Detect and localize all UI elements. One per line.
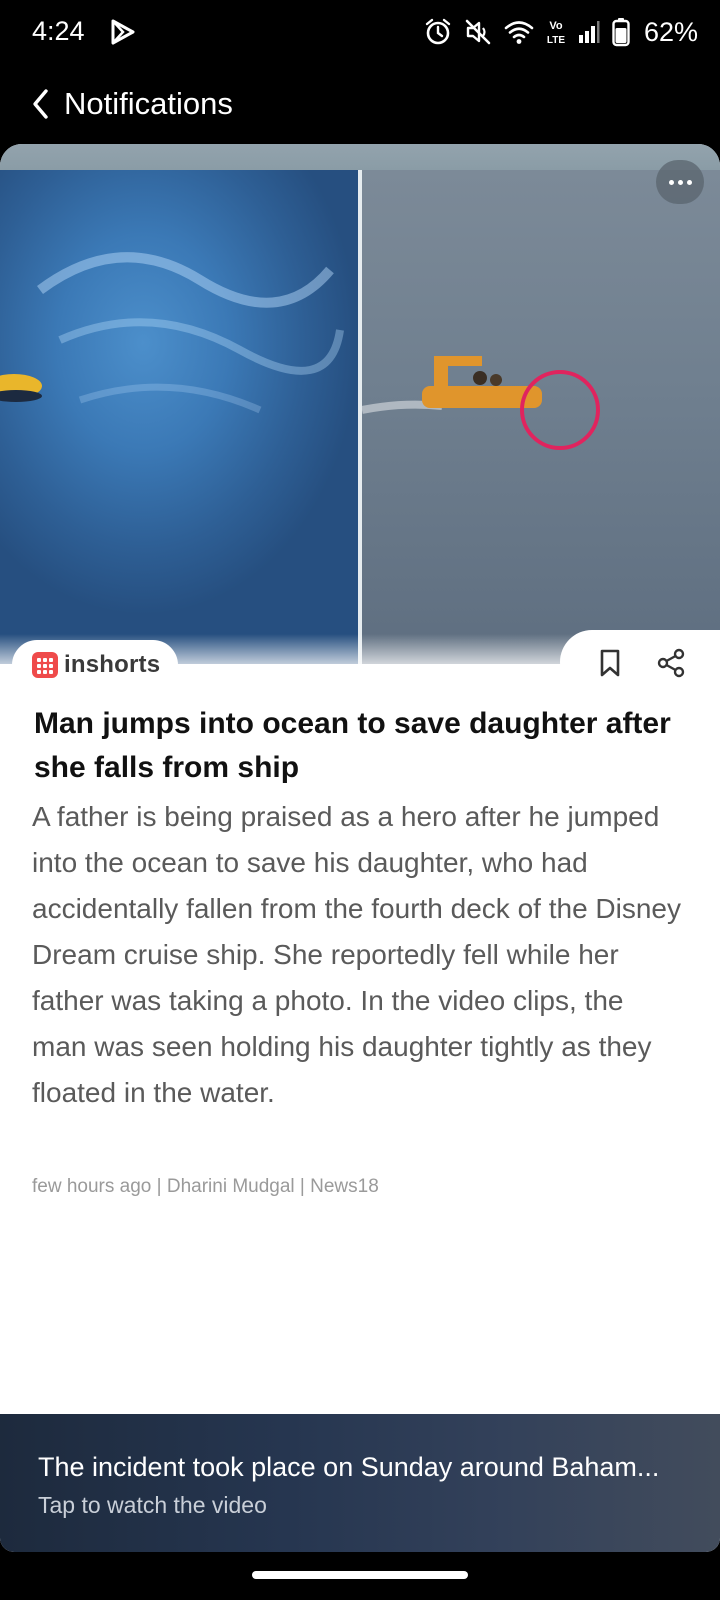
highlight-circle: [520, 370, 600, 450]
app-header: Notifications: [0, 74, 720, 138]
signal-icon: [578, 21, 600, 43]
status-bar: 4:24 Vo LTE 62%: [0, 0, 720, 66]
play-icon: [111, 19, 135, 45]
page-title: Notifications: [64, 86, 233, 121]
volte-icon: Vo LTE: [547, 20, 565, 46]
alarm-icon: [425, 18, 451, 45]
action-chip: [560, 630, 720, 694]
video-subtitle: Tap to watch the video: [38, 1492, 267, 1518]
source-chip[interactable]: inshorts: [12, 640, 179, 690]
bookmark-icon[interactable]: [596, 648, 624, 678]
home-indicator[interactable]: [252, 1571, 468, 1579]
volte-bottom: LTE: [547, 35, 565, 46]
inshorts-logo-icon: [32, 652, 58, 678]
mute-icon: [465, 19, 491, 45]
article-body: A father is being praised as a hero afte…: [32, 801, 682, 1108]
image-panel-left: [0, 170, 358, 664]
image-panel-right: [362, 170, 720, 664]
byline: few hours ago | Dharini Mudgal | News18: [32, 1176, 379, 1197]
volte-top: Vo: [549, 20, 563, 32]
news-card[interactable]: inshorts Man jumps into ocean to save da…: [0, 144, 720, 1552]
battery-icon: [612, 18, 630, 47]
headline: Man jumps into ocean to save daughter af…: [34, 707, 671, 784]
status-icons: Vo LTE 62%: [424, 14, 698, 50]
chevron-left-icon[interactable]: [26, 86, 54, 122]
image-top-strip: [0, 144, 720, 170]
status-time: 4:24: [32, 16, 85, 46]
video-banner[interactable]: The incident took place on Sunday around…: [0, 1414, 720, 1552]
wifi-icon: [504, 21, 534, 44]
more-options-button[interactable]: [656, 160, 704, 204]
water-foam: [0, 252, 344, 414]
source-name: inshorts: [64, 651, 161, 678]
news-image[interactable]: [0, 144, 720, 664]
more-horizontal-icon: [668, 179, 674, 185]
battery-percent: 62%: [643, 16, 698, 47]
rescue-scene: [362, 356, 600, 450]
share-icon[interactable]: [656, 648, 686, 678]
video-title: The incident took place on Sunday around…: [38, 1452, 660, 1482]
